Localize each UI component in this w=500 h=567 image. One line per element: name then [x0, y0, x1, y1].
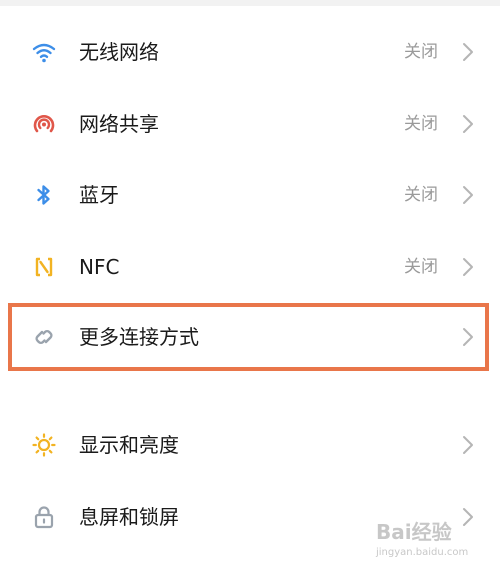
- settings-item-wifi[interactable]: 无线网络 关闭: [0, 22, 500, 82]
- settings-item-label: 无线网络: [79, 40, 159, 64]
- settings-item-label: 显示和亮度: [79, 433, 179, 457]
- sun-icon: [31, 432, 57, 458]
- chevron-right-icon: [462, 185, 474, 205]
- settings-item-value: 关闭: [404, 114, 438, 134]
- lock-icon: [31, 504, 57, 530]
- settings-page: 无线网络 关闭 网络共享 关闭 蓝牙 关闭 NFC 关闭 更多连接方式 显示和亮…: [0, 0, 500, 567]
- nfc-icon: [31, 254, 57, 280]
- chevron-right-icon: [462, 42, 474, 62]
- settings-item-value: 关闭: [404, 257, 438, 277]
- top-divider: [0, 0, 500, 6]
- chevron-right-icon: [462, 507, 474, 527]
- chevron-right-icon: [462, 435, 474, 455]
- settings-item-label: 息屏和锁屏: [79, 505, 179, 529]
- settings-item-more-connections[interactable]: 更多连接方式: [0, 307, 500, 367]
- chevron-right-icon: [462, 327, 474, 347]
- link-icon: [31, 324, 57, 350]
- settings-item-label: 网络共享: [79, 112, 159, 136]
- settings-item-bluetooth[interactable]: 蓝牙 关闭: [0, 165, 500, 225]
- settings-item-label: 蓝牙: [79, 183, 119, 207]
- bluetooth-icon: [31, 182, 57, 208]
- hotspot-icon: [31, 111, 57, 137]
- chevron-right-icon: [462, 257, 474, 277]
- wifi-icon: [31, 39, 57, 65]
- settings-item-display[interactable]: 显示和亮度: [0, 415, 500, 475]
- settings-item-value: 关闭: [404, 42, 438, 62]
- settings-item-label: NFC: [79, 255, 120, 279]
- chevron-right-icon: [462, 114, 474, 134]
- settings-item-lock-screen[interactable]: 息屏和锁屏: [0, 487, 500, 547]
- settings-item-nfc[interactable]: NFC 关闭: [0, 237, 500, 297]
- settings-item-label: 更多连接方式: [79, 325, 199, 349]
- settings-item-hotspot[interactable]: 网络共享 关闭: [0, 94, 500, 154]
- watermark-url: jingyan.baidu.com: [375, 547, 468, 558]
- settings-item-value: 关闭: [404, 185, 438, 205]
